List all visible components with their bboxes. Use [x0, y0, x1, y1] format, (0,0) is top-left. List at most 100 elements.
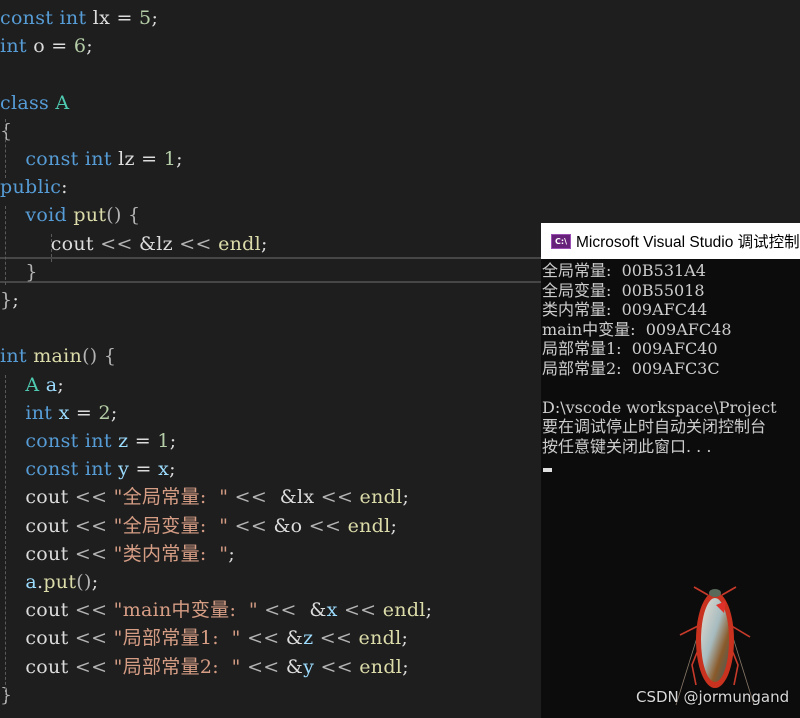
code-token: x: [58, 401, 70, 424]
code-token: y: [118, 458, 130, 481]
code-token: A: [25, 373, 40, 396]
code-token: cout: [0, 514, 75, 537]
console-output-line: 按任意键关闭此窗口. . .: [542, 436, 712, 456]
code-token: (): [82, 345, 98, 368]
code-token: =: [128, 430, 158, 452]
code-token: "全局变量: ": [113, 514, 229, 537]
code-token: <<: [343, 599, 377, 622]
code-token: int: [84, 148, 112, 170]
code-token: (): [76, 571, 92, 593]
code-token: ;: [425, 599, 433, 622]
console-cursor: [543, 468, 552, 472]
code-line: cout << &lz << endl;: [0, 230, 268, 258]
code-line: class A: [0, 89, 69, 117]
code-token: x: [326, 599, 338, 622]
code-token: &lx: [267, 486, 321, 509]
code-token: ;: [91, 571, 99, 593]
code-token: }: [25, 260, 38, 283]
code-token: ;: [401, 627, 409, 650]
code-token: public: [0, 176, 62, 199]
code-token: ;: [176, 148, 183, 170]
code-token: "局部常量2: ": [113, 655, 241, 678]
code-line: const int lx = 5;: [0, 4, 158, 32]
code-token: cout: [0, 655, 75, 678]
code-line: void put() {: [0, 201, 140, 229]
code-token: =: [69, 401, 99, 424]
code-token: endl: [359, 655, 403, 678]
code-line: const int y = x;: [0, 455, 176, 483]
code-token: (): [106, 204, 122, 227]
code-token: {: [128, 204, 141, 227]
code-token: ;: [169, 458, 176, 481]
console-output-line: 局部常量2: 009AFC3C: [542, 358, 720, 378]
console-output-line: 类内常量: 009AFC44: [542, 300, 708, 319]
code-token: void: [25, 204, 67, 227]
code-token: <<: [74, 542, 108, 565]
code-token: <<: [74, 627, 108, 650]
code-token: A: [55, 91, 70, 114]
code-token: &: [279, 627, 304, 650]
code-token: ;: [402, 655, 409, 678]
code-token: int: [25, 401, 53, 424]
code-token: ;: [260, 232, 268, 255]
csdn-watermark: CSDN @jormungand: [636, 688, 790, 706]
code-token: ;: [390, 514, 398, 537]
console-output-line: 要在调试停止时自动关闭控制台: [542, 417, 767, 436]
code-token: "局部常量1: ": [113, 627, 241, 650]
code-token: {: [103, 345, 117, 368]
code-token: <<: [234, 486, 268, 509]
console-output-line: D:\vscode workspace\Project: [542, 397, 777, 417]
code-token: z: [118, 430, 129, 452]
code-line: cout << "局部常量2: " << &y << endl;: [0, 653, 409, 681]
code-token: put: [73, 204, 107, 227]
code-token: ;: [151, 7, 159, 29]
code-token: cout: [0, 627, 75, 650]
code-token: <<: [264, 599, 297, 622]
code-line: cout << "类内常量: ";: [0, 540, 235, 568]
indent-guide: [5, 119, 6, 178]
code-line: int main() {: [0, 342, 116, 370]
code-token: endl: [358, 627, 402, 650]
code-token: endl: [382, 599, 426, 622]
code-token: "main中变量: ": [113, 599, 258, 622]
code-token: <<: [319, 627, 353, 650]
code-token: =: [129, 458, 159, 481]
current-line-highlight: [0, 257, 545, 283]
code-token: "全局常量: ": [113, 486, 229, 509]
code-token: <<: [308, 514, 342, 537]
code-token: const: [25, 148, 79, 170]
code-token: const: [25, 458, 79, 481]
code-token: &: [296, 599, 327, 622]
code-line: }: [0, 681, 12, 709]
code-token: }: [0, 683, 13, 706]
code-token: &lz: [132, 232, 180, 255]
code-token: put: [43, 571, 77, 593]
console-output-line: 局部常量1: 009AFC40: [542, 339, 718, 358]
code-token: ;: [228, 542, 236, 565]
code-token: ;: [57, 373, 65, 396]
code-token: <<: [74, 655, 108, 678]
code-line: const int z = 1;: [0, 427, 176, 455]
code-token: <<: [74, 599, 108, 622]
code-token: lz =: [111, 148, 164, 170]
code-token: main: [33, 345, 83, 368]
code-token: class: [0, 91, 50, 114]
code-token: endl: [347, 514, 391, 537]
code-token: a: [25, 571, 37, 593]
code-token: }: [0, 289, 13, 311]
console-titlebar[interactable]: C:\ Microsoft Visual Studio 调试控制台: [541, 223, 800, 259]
code-line: cout << "全局常量: " << &lx << endl;: [0, 483, 409, 511]
console-output-line: 全局常量: 00B531A4: [542, 261, 706, 280]
code-token: &: [279, 655, 304, 678]
code-line: int o = 6;: [0, 32, 93, 60]
code-line: {: [0, 117, 12, 145]
code-token: o =: [26, 35, 74, 58]
code-token: int: [84, 430, 112, 452]
code-token: 6: [73, 35, 87, 58]
